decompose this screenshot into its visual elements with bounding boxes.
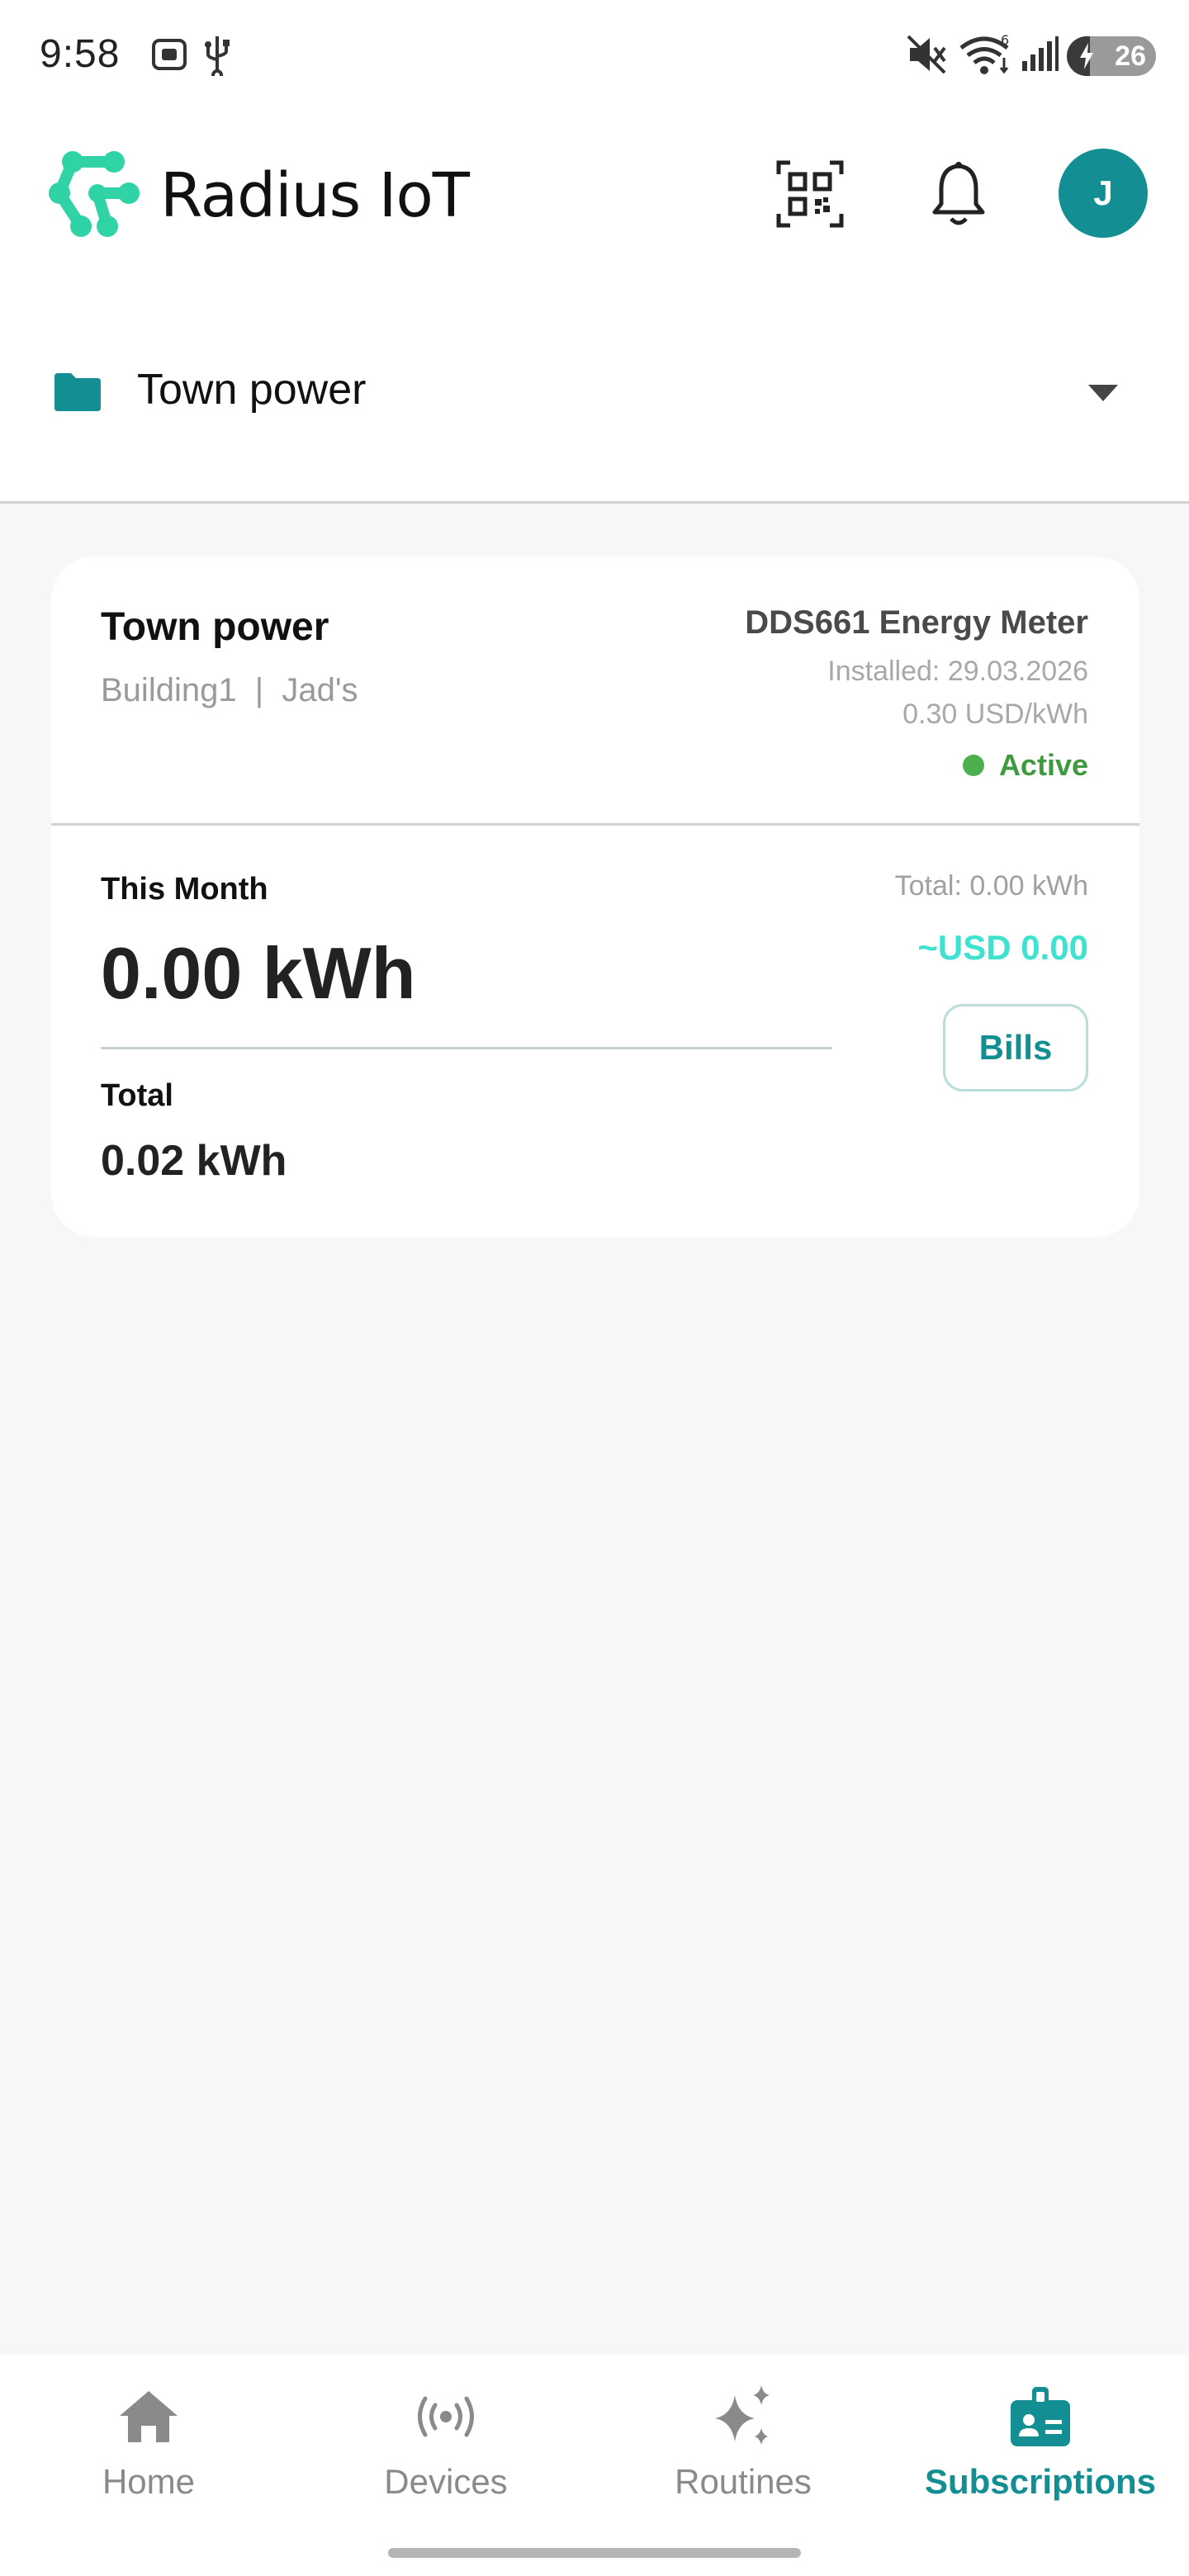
id-badge-icon <box>892 2379 1189 2454</box>
installed-date: Installed: 29.03.2026 <box>827 656 1088 687</box>
broadcast-icon <box>297 2379 594 2454</box>
bottom-navigation: Home Devices Routines Subscriptions <box>0 2355 1189 2576</box>
total-summary: Total: 0.00 kWh <box>894 870 1088 902</box>
card-title: Town power <box>101 605 329 649</box>
nav-subscriptions-label: Subscriptions <box>924 2462 1157 2501</box>
card-location: Building1 | Jad's <box>101 672 358 708</box>
home-indicator[interactable] <box>388 2548 801 2558</box>
signal-icon <box>1021 33 1060 76</box>
nav-devices[interactable]: Devices <box>297 2379 594 2520</box>
wifi-icon: 6 <box>958 33 1016 76</box>
bills-button[interactable]: Bills <box>943 1004 1088 1091</box>
battery-indicator: 26 <box>1067 36 1156 76</box>
folder-name: Town power <box>137 366 367 414</box>
nav-routines-label: Routines <box>675 2462 812 2501</box>
notifications-button[interactable] <box>913 149 1004 239</box>
nav-devices-label: Devices <box>384 2462 508 2501</box>
subscription-card[interactable]: Town power Building1 | Jad's DDS661 Ener… <box>51 556 1139 1237</box>
app-name: Radius IoT <box>160 160 470 231</box>
app-header: Radius IoT J <box>0 124 1189 264</box>
divider <box>101 1047 832 1049</box>
device-model: DDS661 Energy Meter <box>745 604 1088 641</box>
nav-subscriptions[interactable]: Subscriptions <box>892 2379 1189 2520</box>
qr-scan-button[interactable] <box>765 149 855 239</box>
nav-home-label: Home <box>102 2462 196 2501</box>
status-time: 9:58 <box>40 32 121 76</box>
mute-icon <box>905 33 948 76</box>
screenshot-icon <box>149 33 190 76</box>
status-bar: 9:58 6 26 <box>0 0 1189 116</box>
caret-down-icon <box>1088 385 1118 401</box>
total-value: 0.02 kWh <box>101 1137 287 1185</box>
svg-text:6: 6 <box>1001 33 1009 48</box>
status-text: Active <box>998 748 1088 782</box>
folder-selector[interactable]: Town power <box>0 347 1189 438</box>
home-icon <box>0 2379 297 2454</box>
nav-routines[interactable]: Routines <box>594 2379 892 2520</box>
cost-estimate: ~USD 0.00 <box>917 928 1088 967</box>
this-month-label: This Month <box>101 872 268 907</box>
status-dot-icon <box>962 755 984 776</box>
status-badge: Active <box>962 748 1088 783</box>
user-avatar[interactable]: J <box>1059 149 1148 238</box>
usb-icon <box>203 33 231 76</box>
qr-code-icon <box>776 160 844 228</box>
folder-icon <box>54 373 101 411</box>
energy-rate: 0.30 USD/kWh <box>902 698 1088 730</box>
card-header: Town power Building1 | Jad's DDS661 Ener… <box>51 556 1139 826</box>
sparkle-icon <box>594 2379 892 2454</box>
total-label: Total <box>101 1078 173 1113</box>
this-month-value: 0.00 kWh <box>101 932 416 1014</box>
nav-home[interactable]: Home <box>0 2379 297 2520</box>
radius-logo-icon <box>49 151 140 237</box>
bell-icon <box>932 162 985 225</box>
battery-level: 26 <box>1115 40 1146 72</box>
